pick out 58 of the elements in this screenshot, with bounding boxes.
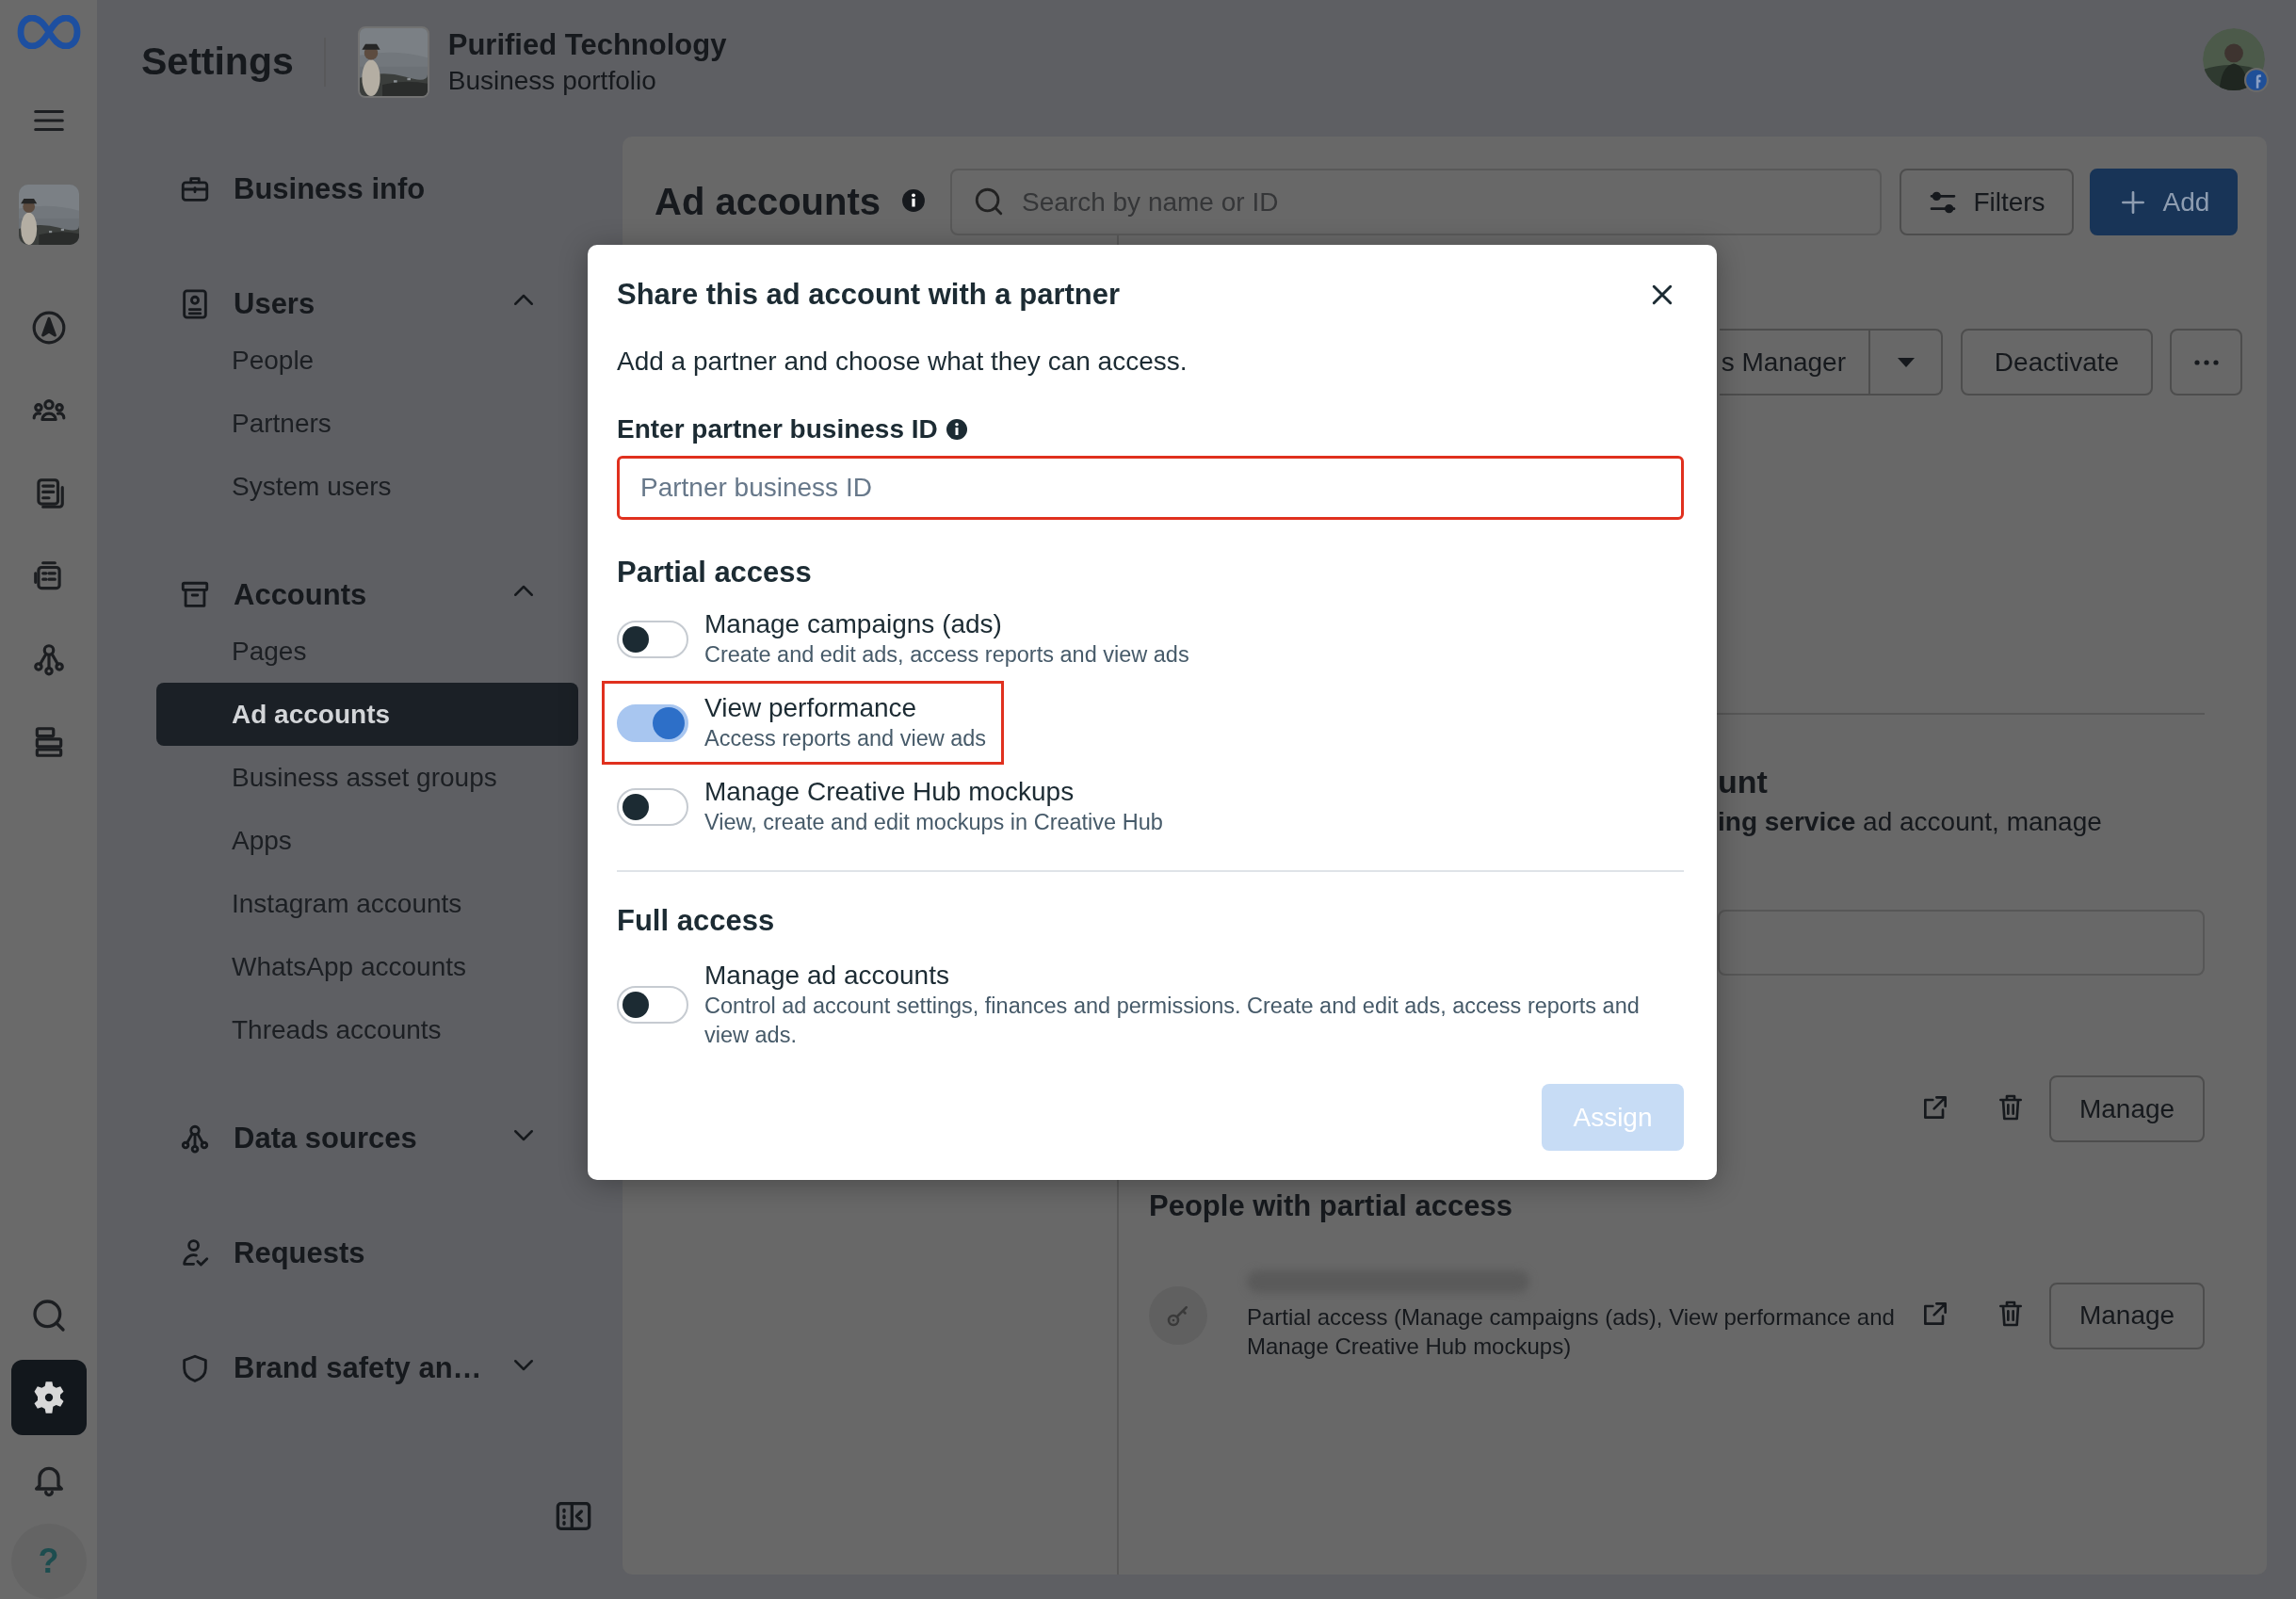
option-description: Control ad account settings, finances and permissions. Create and edit ads, access reports and view ads. [704,993,1641,1049]
sidebar-item[interactable]: Pages [156,620,578,683]
sidebar-item[interactable]: WhatsApp accounts [156,935,578,998]
badge-icon [2244,68,2269,92]
help-button[interactable]: ? [10,1524,87,1599]
add-button[interactable]: Add [2090,169,2238,235]
network-icon [179,1123,211,1155]
text-field[interactable] [1718,910,2205,976]
sidebar-item[interactable]: System users [156,455,578,518]
option-title: Manage ad accounts [704,960,950,992]
info-icon [901,187,927,213]
info-icon [945,418,968,441]
sidebar-section[interactable]: Accounts [156,571,578,620]
portfolio-subtitle: Business portfolio [447,65,657,96]
portfolio-name: Purified Technology [447,27,727,62]
toggle-switch[interactable] [617,787,688,826]
more-icon [2193,359,2219,365]
option-title: Manage Creative Hub mockups [704,776,1075,808]
panel-title: Ad accounts [655,181,881,223]
nav-button[interactable] [10,1360,87,1435]
filters-button[interactable]: Filters [1900,169,2074,235]
section-heading: Full access [617,903,776,939]
caret-icon [1896,356,1916,368]
sidebar-section[interactable]: Business info [156,165,578,214]
sidebar-section[interactable]: Brand safety an… [156,1344,578,1393]
option-description: View, create and edit mockups in Creative Hub [704,809,1163,836]
toggle-switch[interactable] [617,703,688,742]
manage-button[interactable]: Manage [2049,1282,2205,1349]
deactivate-button[interactable]: Deactivate [1961,329,2153,396]
sidebar-item[interactable]: Threads accounts [156,998,578,1061]
field-label: Enter partner business ID [617,413,938,445]
sidebar-item[interactable]: Ad accounts [156,683,578,746]
sidebar-section[interactable]: Users [156,280,578,329]
section-heading: People with partial access [1149,1188,1513,1224]
access-description: Partial access (Manage campaigns (ads), View performance and Manage Creative Hub mockups) [1247,1303,1896,1361]
sidebar-item[interactable]: Instagram accounts [156,872,578,935]
sidebar-item[interactable]: Business asset groups [156,746,578,809]
split-button[interactable]: s Manager [1720,329,1870,396]
navigation-icon [30,310,67,346]
sidebar-item[interactable]: Partners [156,392,578,455]
page-title: Settings [141,40,294,84]
sidebar-item[interactable]: Apps [156,809,578,872]
sidebar-item[interactable]: People [156,329,578,392]
section-heading: Partial access [617,555,813,590]
option-title: View performance [704,692,918,724]
toggle-switch[interactable] [617,986,688,1024]
manage-button[interactable]: Manage [2049,1075,2205,1142]
sidebar-section[interactable]: Requests [156,1229,578,1278]
option-title: Manage campaigns (ads) [704,608,1003,640]
sidebar-section[interactable]: Data sources [156,1114,578,1163]
option-description: Create and edit ads, access reports and view ads [704,641,1189,669]
input-field[interactable]: Partner business ID [617,456,1684,520]
dialog-subtitle: Add a partner and choose what they can access. [617,346,1188,378]
toggle-switch[interactable] [617,620,688,658]
dialog-title: Share this ad account with a partner [617,277,1120,313]
section-description: ing service ad account, manage [1718,807,2103,837]
option-description: Access reports and view ads [704,725,987,752]
section-heading: unt [1718,763,1769,800]
